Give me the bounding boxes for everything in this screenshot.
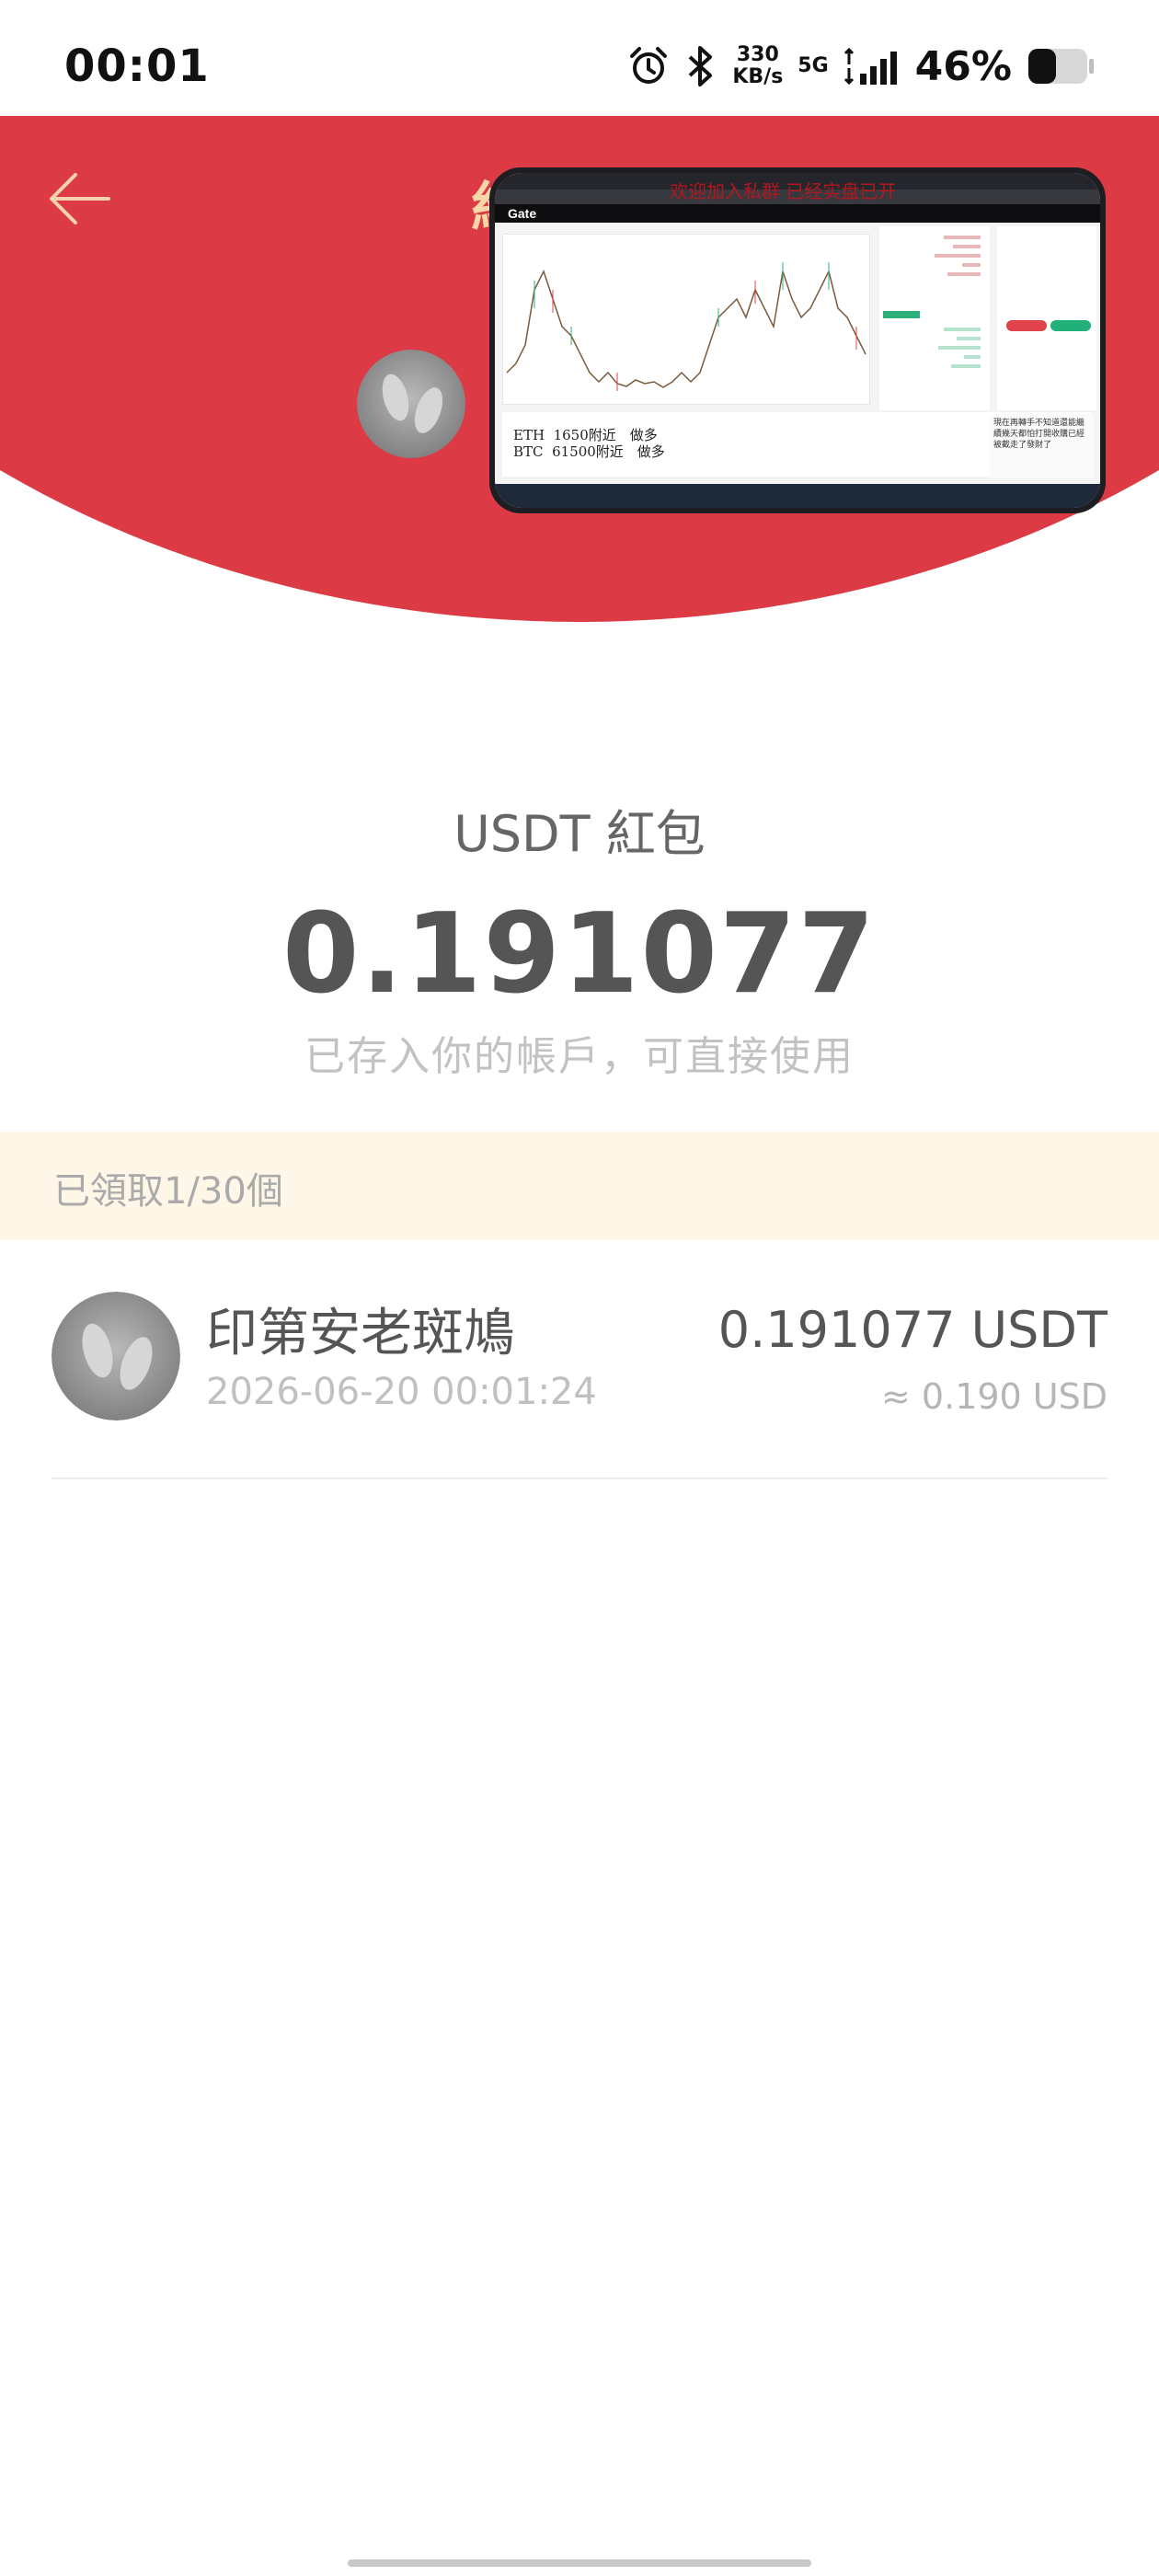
battery-icon <box>1027 47 1095 86</box>
network-group: 5G <box>798 55 828 77</box>
footprint-avatar-icon <box>52 1292 180 1420</box>
home-indicator[interactable] <box>348 2559 811 2567</box>
sender-avatar <box>357 350 465 458</box>
footprint-avatar-icon <box>357 350 465 458</box>
red-packet-subtitle: 已存入你的帳戶，可直接使用 <box>304 1033 855 1080</box>
cover-chat-text: 現在再轉手不知道還能繼續幾天都怕打開收購已經被截走了發財了 <box>990 414 1095 478</box>
red-packet-title: USDT 紅包 <box>453 805 706 863</box>
list-item[interactable]: 印第安老斑鳩 2026-06-20 00:01:24 0.191077 USDT… <box>0 1240 1159 1481</box>
cover-buy-button <box>1006 320 1047 331</box>
red-packet-header: 紅 Gate 欢迎加入私群 已经实盘已开 <box>0 116 1159 714</box>
battery-percent: 46% <box>914 42 1012 90</box>
record-usd-value: ≈ 0.190 USD <box>881 1376 1107 1417</box>
status-time: 00:01 <box>64 40 210 92</box>
record-name: 印第安老斑鳩 <box>206 1304 515 1363</box>
back-button[interactable] <box>42 162 116 236</box>
cover-screenshot: Gate 欢迎加入私群 已经实盘已开 ETH 1650附近 做多 BTC 615… <box>495 173 1100 508</box>
arrow-left-icon <box>50 173 110 224</box>
bluetooth-icon <box>684 44 717 88</box>
cover-trade-panel <box>997 226 1096 410</box>
record-time: 2026-06-20 00:01:24 <box>206 1371 597 1413</box>
alarm-icon <box>627 45 670 87</box>
cover-taskbar <box>495 484 1100 508</box>
orderbook-icon <box>883 236 981 368</box>
cover-note-btc: BTC 61500附近 做多 <box>513 442 665 461</box>
claim-status-bar: 已領取1/30個 <box>0 1132 1159 1240</box>
cover-brand: Gate <box>508 206 537 221</box>
cover-price-chart <box>502 234 870 405</box>
signal-icon <box>843 44 901 88</box>
cover-image[interactable]: Gate 欢迎加入私群 已经实盘已开 ETH 1650附近 做多 BTC 615… <box>489 167 1106 513</box>
status-icons: 330 KB/s 5G 46% <box>627 39 1095 94</box>
cover-appbar <box>495 204 1100 223</box>
record-amount: 0.191077 USDT <box>717 1301 1107 1359</box>
divider <box>52 1478 1107 1479</box>
cover-sell-button <box>1050 320 1091 331</box>
cover-note-coin: BTC <box>513 443 544 460</box>
cover-note-text: 61500附近 做多 <box>552 443 665 460</box>
cover-orderbook <box>879 226 990 410</box>
claim-status-text: 已領取1/30個 <box>53 1170 283 1213</box>
net-speed-unit: KB/s <box>732 65 784 88</box>
avatar <box>52 1292 180 1420</box>
status-bar: 00:01 330 KB/s 5G 46% <box>0 0 1159 116</box>
net-speed: 330 KB/s <box>732 44 783 88</box>
network-type: 5G <box>798 54 829 77</box>
red-packet-amount: 0.191077 <box>281 891 878 1018</box>
net-speed-value: 330 <box>736 43 779 66</box>
candlestick-chart-icon <box>506 262 866 391</box>
cover-overlay-text: 欢迎加入私群 已经实盘已开 <box>670 180 897 202</box>
